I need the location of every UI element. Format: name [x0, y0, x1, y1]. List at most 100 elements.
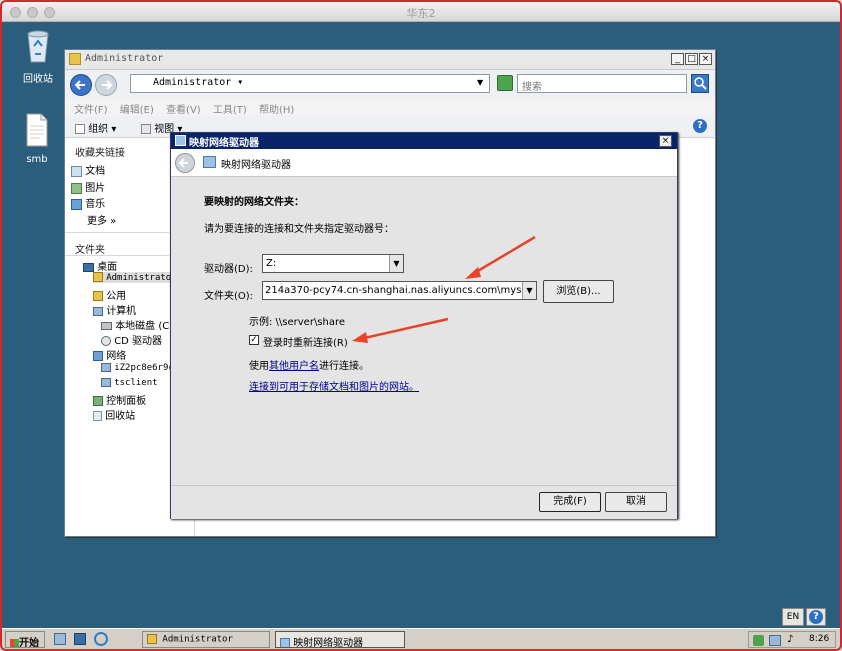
- language-indicator[interactable]: EN: [782, 608, 804, 626]
- minimize-button[interactable]: _: [671, 53, 684, 65]
- tree-item-network[interactable]: 网络: [93, 347, 126, 362]
- chevron-down-icon[interactable]: ▼: [389, 255, 403, 272]
- tree-label: tsclient: [114, 378, 158, 388]
- clock[interactable]: 8:26: [809, 634, 829, 644]
- folder-icon: [147, 634, 157, 644]
- computer-icon: [101, 377, 111, 387]
- other-user-link[interactable]: 其他用户名: [269, 361, 319, 372]
- tree-item-tsclient[interactable]: tsclient: [101, 377, 158, 388]
- favorite-pictures[interactable]: 图片: [71, 179, 105, 194]
- favorite-music[interactable]: 音乐: [71, 195, 105, 210]
- other-user-line: 使用其他用户名进行连接。: [249, 357, 369, 372]
- mac-window-frame: 华东2 回收站 smb Administrator _ □ × Administ…: [0, 0, 842, 651]
- organize-button[interactable]: 组织 ▾: [75, 120, 116, 135]
- drive-value: Z:: [266, 258, 277, 269]
- annotation-arrow: [470, 235, 536, 277]
- section-heading: 要映射的网络文件夹：: [204, 197, 304, 208]
- network-drive-icon: [203, 156, 216, 168]
- menu-view[interactable]: 查看(V): [166, 101, 201, 116]
- internet-explorer-icon[interactable]: [94, 632, 108, 646]
- network-drive-icon: [175, 135, 186, 146]
- menu-help[interactable]: 帮助(H): [259, 101, 294, 116]
- favorite-music-label: 音乐: [85, 199, 106, 210]
- folder-icon: [69, 53, 81, 65]
- tree-label: 回收站: [105, 411, 136, 422]
- taskbar: 开始 Administrator 映射网络驱动器 ♪ 8:26: [2, 628, 840, 649]
- menu-tools[interactable]: 工具(T): [213, 101, 247, 116]
- close-button[interactable]: ×: [699, 53, 712, 65]
- start-button[interactable]: 开始: [5, 631, 45, 648]
- organize-label: 组织: [88, 124, 109, 135]
- tree-item-control-panel[interactable]: 控制面板: [93, 392, 146, 407]
- menu-edit[interactable]: 编辑(E): [120, 101, 154, 116]
- cd-drive-icon: [101, 336, 111, 346]
- search-input[interactable]: 搜索: [517, 74, 687, 93]
- reconnect-checkbox[interactable]: ✓: [249, 335, 259, 345]
- tray-help[interactable]: ?: [806, 608, 826, 626]
- finish-button[interactable]: 完成(F): [539, 492, 601, 512]
- tree-item-desktop[interactable]: 桌面: [83, 258, 117, 273]
- folders-title: 文件夹: [75, 245, 105, 256]
- recycle-bin-icon: [93, 411, 102, 421]
- chevron-down-icon[interactable]: ▼: [477, 78, 483, 87]
- annotation-arrows: [465, 235, 536, 279]
- user-folder-icon: [93, 272, 103, 282]
- other-user-prefix: 使用: [249, 361, 269, 372]
- dialog-title: 映射网络驱动器: [189, 138, 259, 149]
- mac-window-title: 华东2: [406, 7, 436, 20]
- tree-label: 网络: [106, 351, 127, 362]
- refresh-icon[interactable]: [497, 75, 513, 91]
- instruction-text: 请为要连接的连接和文件夹指定驱动器号：: [204, 224, 394, 235]
- favorites-title: 收藏夹链接: [75, 148, 125, 159]
- tree-item-cd-drive[interactable]: CD 驱动器: [101, 332, 162, 347]
- tree-label: 控制面板: [106, 396, 147, 407]
- other-user-suffix: 进行连接。: [319, 361, 369, 372]
- tree-item-public[interactable]: 公用: [93, 287, 126, 302]
- pictures-icon: [71, 182, 82, 194]
- volume-icon[interactable]: ♪: [787, 634, 798, 646]
- more-link[interactable]: 更多 »: [87, 212, 116, 227]
- computer-icon: [93, 306, 103, 316]
- cancel-button[interactable]: 取消: [605, 492, 667, 512]
- tree-item-recycle-bin[interactable]: 回收站: [93, 407, 135, 422]
- tree-label: 本地磁盘 (C: [115, 321, 170, 332]
- favorite-documents-label: 文档: [85, 166, 106, 177]
- system-tray: ♪ 8:26: [748, 631, 836, 648]
- menu-file[interactable]: 文件(F): [74, 101, 108, 116]
- address-text: Administrator: [153, 77, 232, 88]
- security-icon[interactable]: [753, 635, 764, 646]
- task-map-drive[interactable]: 映射网络驱动器: [275, 631, 405, 648]
- explorer-titlebar: Administrator _ □ ×: [65, 50, 715, 70]
- address-input[interactable]: Administrator ▾: [130, 74, 490, 93]
- control-panel-icon: [93, 396, 103, 406]
- forward-arrow-icon[interactable]: [95, 74, 117, 96]
- tree-item-computer[interactable]: 计算机: [93, 302, 136, 317]
- tree-label: iZ2pc8e6r9c: [114, 363, 174, 373]
- desktop-icon-smb-file[interactable]: smb: [7, 112, 67, 165]
- dialog-close-button[interactable]: ×: [659, 135, 672, 147]
- smb-file-label: smb: [26, 154, 48, 165]
- favorite-documents[interactable]: 文档: [71, 162, 105, 177]
- back-arrow-icon[interactable]: [175, 153, 195, 173]
- network-icon: [93, 351, 103, 361]
- show-desktop-icon[interactable]: [74, 633, 86, 645]
- network-status-icon[interactable]: [769, 635, 781, 646]
- server-manager-icon[interactable]: [54, 633, 66, 645]
- divider: [65, 232, 169, 233]
- more-label: 更多: [87, 216, 107, 227]
- help-icon[interactable]: ?: [693, 119, 707, 133]
- search-icon[interactable]: [691, 74, 709, 93]
- drive-select[interactable]: Z: ▼: [262, 254, 404, 273]
- file-icon: [26, 113, 48, 147]
- annotation-arrows-2: [352, 317, 449, 343]
- dialog-titlebar: 映射网络驱动器 ×: [171, 133, 677, 149]
- dialog-header: 映射网络驱动器: [171, 149, 677, 177]
- storage-website-link[interactable]: 连接到可用于存储文档和图片的网站。: [249, 378, 419, 393]
- annotation-arrowhead: [352, 332, 368, 343]
- desktop-icon-recycle-bin[interactable]: 回收站: [8, 28, 68, 85]
- task-explorer[interactable]: Administrator: [142, 631, 270, 648]
- maximize-button[interactable]: □: [685, 53, 698, 65]
- address-bar-row: Administrator ▾ ▼ 搜索: [65, 70, 715, 98]
- back-arrow-icon[interactable]: [70, 74, 92, 96]
- recycle-bin-label: 回收站: [23, 74, 53, 85]
